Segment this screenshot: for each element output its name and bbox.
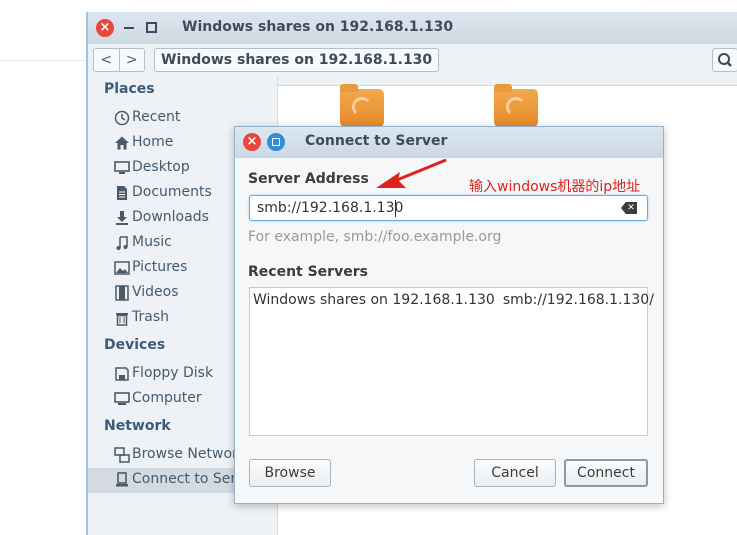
sidebar-item-label: Floppy Disk (132, 365, 214, 381)
annotation-arrow-icon (376, 158, 447, 188)
trash-icon (114, 310, 130, 326)
sidebar-item-label: Documents (132, 184, 212, 200)
cancel-button[interactable]: Cancel (474, 459, 556, 487)
sidebar-item-label: Home (132, 134, 174, 150)
recent-server-url: smb://192.168.1.130/ (502, 292, 654, 308)
sidebar-item-label: Videos (132, 284, 179, 300)
window-maximize-button[interactable] (146, 22, 157, 33)
music-icon (114, 235, 130, 251)
connect-button[interactable]: Connect (564, 459, 648, 487)
shared-folder-icon[interactable] (340, 84, 384, 127)
sidebar-item-label: Computer (132, 390, 202, 406)
back-button[interactable]: < (94, 49, 119, 71)
clock-icon (114, 110, 130, 126)
dialog-titlebar: × Connect to Server (235, 127, 663, 158)
server-icon (114, 472, 130, 488)
sidebar-header-network: Network (104, 418, 171, 434)
sidebar-item-label: Music (132, 234, 172, 250)
search-icon (718, 53, 732, 67)
folder-tab (494, 84, 512, 92)
sidebar-item-label: Recent (132, 109, 181, 125)
video-icon (114, 285, 130, 301)
picture-icon (114, 260, 130, 276)
forward-button[interactable]: > (118, 49, 145, 71)
sidebar-item-label: Browse Network (132, 446, 246, 462)
shared-folder-icon[interactable] (494, 84, 538, 127)
recent-servers-list: Windows shares on 192.168.1.130 smb://192… (249, 287, 654, 436)
sidebar-item-label: Downloads (132, 209, 209, 225)
sidebar-header-devices: Devices (104, 337, 166, 353)
background-divider (0, 60, 86, 61)
dialog-close-button[interactable]: × (243, 133, 261, 151)
floppy-icon (114, 366, 130, 382)
dialog-maximize-button[interactable] (267, 133, 285, 151)
share-wave-icon (506, 97, 526, 117)
recent-server-name: Windows shares on 192.168.1.130 (253, 292, 495, 308)
clear-text-icon[interactable]: ✕ (621, 202, 637, 214)
window-close-button[interactable]: × (96, 19, 114, 37)
text-caret (395, 200, 396, 217)
window-minimize-button[interactable] (124, 27, 134, 29)
download-icon (114, 210, 130, 226)
sidebar-item-label: Desktop (132, 159, 190, 175)
annotation-text: 输入windows机器的ip地址 (469, 179, 641, 195)
server-address-input[interactable]: smb://192.168.1.130 ✕ (249, 195, 648, 221)
sidebar-item-label: Pictures (132, 259, 188, 275)
desktop-icon (114, 160, 130, 176)
server-address-label: Server Address (248, 171, 369, 187)
search-button[interactable] (712, 48, 737, 72)
sidebar-item-label: Trash (132, 309, 169, 325)
network-icon (114, 447, 130, 463)
breadcrumb[interactable]: Windows shares on 192.168.1.130 (154, 48, 440, 72)
share-wave-icon (352, 97, 372, 117)
recent-servers-label: Recent Servers (248, 264, 368, 280)
window-titlebar: × Windows shares on 192.168.1.130 (88, 12, 737, 44)
computer-icon (114, 391, 130, 407)
folder-tab (340, 84, 358, 92)
server-address-hint: For example, smb://foo.example.org (248, 229, 502, 245)
server-address-value: smb://192.168.1.130 (257, 200, 404, 216)
browse-button[interactable]: Browse (249, 459, 331, 487)
list-item[interactable]: Windows shares on 192.168.1.130 smb://192… (253, 292, 654, 308)
home-icon (114, 135, 130, 151)
window-title: Windows shares on 192.168.1.130 (182, 19, 454, 35)
dialog-title: Connect to Server (305, 133, 448, 149)
document-icon (114, 185, 130, 201)
nav-buttons: < > (93, 48, 145, 72)
sidebar-header-places: Places (104, 81, 155, 97)
